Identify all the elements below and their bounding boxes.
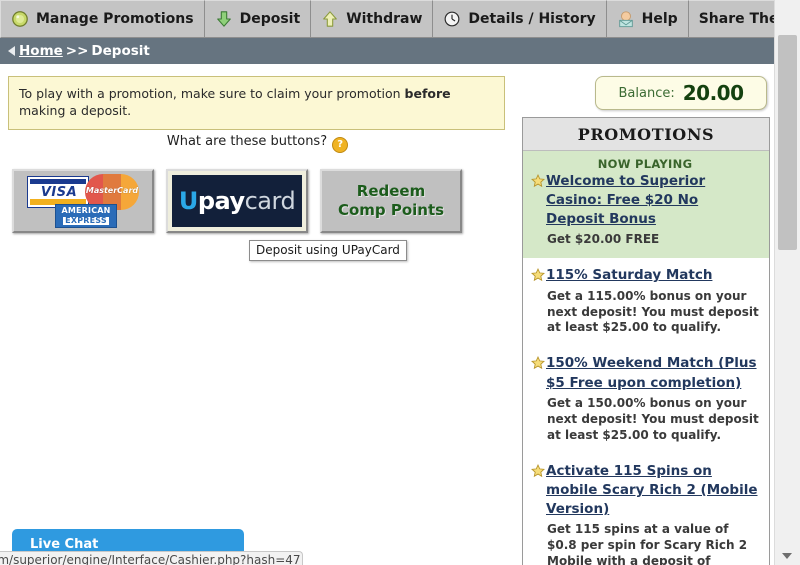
- promotion-item: Activate 115 Spins on mobile Scary Rich …: [523, 454, 769, 565]
- breadcrumb: Home >> Deposit: [0, 38, 775, 64]
- nav-items: Manage Promotions Deposit Withdraw Detai…: [0, 0, 800, 38]
- scrollbar-thumb[interactable]: [778, 35, 797, 250]
- redeem-line2: Comp Points: [337, 201, 445, 219]
- promotions-list: NOW PLAYING Welcome to Superior Casino: …: [523, 151, 769, 565]
- breadcrumb-home-link[interactable]: Home: [19, 43, 63, 59]
- page-scrollbar[interactable]: [774, 0, 800, 565]
- card-logos: VISA MasterCard AMERICAN EXPRESS: [23, 174, 143, 228]
- up-arrow-icon: [323, 11, 338, 27]
- nav-item-deposit[interactable]: Deposit: [204, 0, 312, 38]
- notice-text-bold: before: [404, 86, 451, 101]
- browser-status-bar: om/superior/engine/Interface/Cashier.php…: [0, 551, 303, 565]
- live-chat-label: Live Chat: [30, 536, 99, 552]
- promotion-description: Get $20.00 FREE: [547, 232, 660, 247]
- help-prompt: What are these buttons??: [0, 134, 515, 153]
- down-arrow-icon: [216, 11, 231, 27]
- upaycard-logo: Upaycard: [172, 175, 302, 227]
- back-arrow-icon[interactable]: [8, 46, 15, 56]
- promotion-item: 115% Saturday Match Get a 115.00% bonus …: [523, 258, 769, 346]
- nav-label: Deposit: [239, 11, 301, 27]
- deposit-credit-card-button[interactable]: VISA MasterCard AMERICAN EXPRESS: [12, 169, 154, 233]
- nav-label: Help: [641, 11, 678, 27]
- status-bar-url: om/superior/engine/Interface/Cashier.php…: [0, 553, 301, 565]
- star-icon: [531, 356, 545, 370]
- star-icon: [531, 268, 545, 282]
- upaycard-u: U: [178, 187, 199, 215]
- nav-label: Manage Promotions: [36, 11, 194, 27]
- sidebar: Balance: 20.00 PROMOTIONS NOW PLAYING We…: [515, 64, 775, 565]
- scroll-down-arrow-icon[interactable]: [782, 553, 792, 559]
- promotion-item: 150% Weekend Match (Plus $5 Free upon co…: [523, 346, 769, 453]
- page-root: Manage Promotions Deposit Withdraw Detai…: [0, 0, 800, 565]
- promotion-description: Get a 115.00% bonus on your next deposit…: [547, 288, 759, 335]
- upaycard-pay: pay: [197, 187, 245, 215]
- notice-text-before: To play with a promotion, make sure to c…: [19, 86, 405, 101]
- promotion-title-link[interactable]: 150% Weekend Match (Plus $5 Free upon co…: [546, 354, 759, 392]
- promotion-description: Get a 150.00% bonus on your next deposit…: [547, 395, 759, 442]
- nav-label: Details / History: [468, 11, 596, 27]
- star-icon: [531, 174, 545, 188]
- amex-line1: AMERICAN: [61, 206, 111, 216]
- promotions-heading: PROMOTIONS: [523, 118, 769, 151]
- visa-label: VISA: [40, 185, 78, 200]
- now-playing-badge: NOW PLAYING: [597, 157, 693, 171]
- promotions-panel: PROMOTIONS NOW PLAYING Welcome to Superi…: [522, 117, 770, 565]
- nav-item-manage-promotions[interactable]: Manage Promotions: [0, 0, 205, 38]
- promotion-notice: To play with a promotion, make sure to c…: [8, 76, 505, 130]
- payment-method-buttons: VISA MasterCard AMERICAN EXPRESS Upaycar…: [12, 169, 462, 233]
- balance-widget: Balance: 20.00: [595, 76, 767, 110]
- mastercard-label: MasterCard: [85, 186, 139, 195]
- person-envelope-icon: [618, 11, 633, 28]
- top-navigation-bar: Manage Promotions Deposit Withdraw Detai…: [0, 0, 800, 38]
- breadcrumb-current-page: Deposit: [91, 43, 150, 59]
- redeem-line1: Redeem: [356, 182, 426, 201]
- promotion-description: Get 115 spins at a value of $0.8 per spi…: [547, 522, 748, 565]
- nav-item-withdraw[interactable]: Withdraw: [311, 0, 434, 38]
- nav-label: Withdraw: [346, 11, 423, 27]
- balance-box: Balance: 20.00: [595, 76, 767, 110]
- notice-text-after: making a deposit.: [19, 103, 132, 119]
- breadcrumb-separator: >>: [65, 43, 89, 59]
- deposit-panel: To play with a promotion, make sure to c…: [0, 64, 515, 565]
- page-content: To play with a promotion, make sure to c…: [0, 64, 775, 565]
- help-prompt-label: What are these buttons?: [166, 134, 328, 149]
- upaycard-tooltip: Deposit using UPayCard: [249, 240, 407, 261]
- promotion-title-link[interactable]: Welcome to Superior Casino: Free $20 No …: [546, 172, 759, 229]
- clock-icon: [444, 11, 460, 27]
- coin-icon: [12, 11, 28, 27]
- balance-label: Balance:: [618, 85, 675, 101]
- upaycard-card: card: [244, 187, 296, 215]
- promotion-title-link[interactable]: Activate 115 Spins on mobile Scary Rich …: [546, 462, 759, 519]
- question-mark-icon[interactable]: ?: [332, 137, 349, 153]
- nav-item-details-history[interactable]: Details / History: [433, 0, 607, 38]
- amex-line2: EXPRESS: [63, 215, 109, 225]
- star-icon: [531, 463, 545, 477]
- nav-item-help[interactable]: Help: [606, 0, 689, 38]
- balance-value: 20.00: [682, 81, 744, 105]
- amex-icon: AMERICAN EXPRESS: [55, 204, 117, 228]
- promotion-title-link[interactable]: 115% Saturday Match: [546, 266, 712, 285]
- redeem-comp-points-button[interactable]: Redeem Comp Points: [320, 169, 462, 233]
- deposit-upaycard-button[interactable]: Upaycard: [166, 169, 308, 233]
- promotion-item: NOW PLAYING Welcome to Superior Casino: …: [523, 151, 769, 259]
